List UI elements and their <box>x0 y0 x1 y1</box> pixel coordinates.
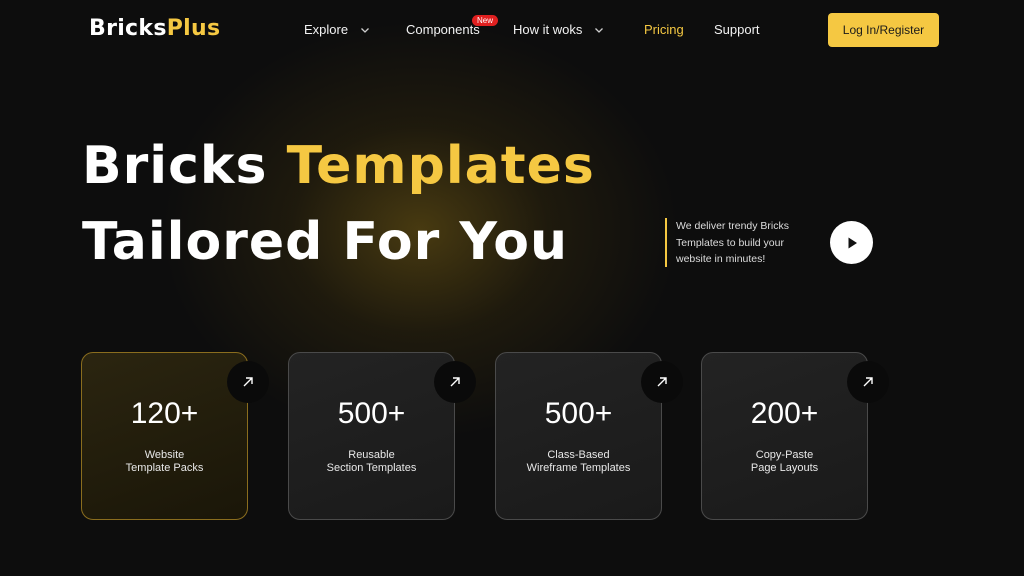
nav-item-label: Support <box>714 22 760 37</box>
stat-card-page-layouts[interactable]: 200+ Copy-Paste Page Layouts <box>701 352 868 520</box>
stat-label-line1: Copy-Paste <box>755 449 814 461</box>
nav-item-explore[interactable]: Explore <box>304 22 370 37</box>
nav-item-how-it-works[interactable]: How it woks <box>513 22 604 37</box>
hero-title-line1: Bricks Templates <box>82 140 595 192</box>
stat-label-line2: Wireframe Templates <box>526 462 631 474</box>
chevron-down-icon <box>361 27 370 33</box>
brand-logo[interactable]: BricksPlus <box>89 16 220 41</box>
stat-card-website-packs[interactable]: 120+ Website Template Packs <box>81 352 248 520</box>
play-icon <box>848 237 857 248</box>
tagline-line: Templates to build your <box>676 236 784 249</box>
arrow-up-right-icon <box>450 377 460 387</box>
brand-name-part1: Bricks <box>89 16 167 41</box>
stat-label: Reusable Section Templates <box>289 449 454 475</box>
nav-item-pricing[interactable]: Pricing <box>644 22 684 37</box>
stat-label-line1: Website <box>144 449 185 461</box>
hero-title-line2: Tailored For You <box>82 212 568 272</box>
chevron-down-icon <box>595 27 604 33</box>
arrow-up-right-icon <box>243 377 253 387</box>
brand-name-part2: Plus <box>166 16 221 41</box>
hero-tagline: We deliver trendy Bricks Templates to bu… <box>665 218 826 267</box>
stat-number: 200+ <box>750 397 819 430</box>
hero-title-accent: Templates <box>286 136 595 196</box>
nav-item-support[interactable]: Support <box>714 22 760 37</box>
nav-item-components[interactable]: Components <box>406 22 480 37</box>
new-badge: New <box>472 15 499 26</box>
card-arrow-button[interactable] <box>847 361 889 403</box>
stat-label: Website Template Packs <box>82 449 247 475</box>
stat-number: 500+ <box>337 397 406 430</box>
card-arrow-button[interactable] <box>641 361 683 403</box>
login-register-button[interactable]: Log In/Register <box>828 13 939 47</box>
stat-label-line2: Template Packs <box>125 462 204 474</box>
stat-number: 500+ <box>544 397 613 430</box>
stat-number: 120+ <box>130 397 199 430</box>
nav-item-label: Explore <box>304 22 349 37</box>
card-arrow-button[interactable] <box>434 361 476 403</box>
stat-label-line2: Section Templates <box>326 462 417 474</box>
hero-title-white: Bricks <box>82 136 268 196</box>
arrow-up-right-icon <box>657 377 667 387</box>
stat-label-line1: Class-Based <box>547 449 610 461</box>
stat-card-wireframe-templates[interactable]: 500+ Class-Based Wireframe Templates <box>495 352 662 520</box>
stat-label: Copy-Paste Page Layouts <box>702 449 867 475</box>
tagline-line: website in minutes! <box>676 253 766 265</box>
stat-label-line2: Page Layouts <box>750 462 819 474</box>
stat-label: Class-Based Wireframe Templates <box>496 449 661 475</box>
nav-item-label: Pricing <box>644 22 684 37</box>
tagline-line: We deliver trendy Bricks <box>676 220 790 232</box>
arrow-up-right-icon <box>863 377 873 387</box>
card-arrow-button[interactable] <box>227 361 269 403</box>
nav-item-label: How it woks <box>513 22 583 37</box>
stat-label-line1: Reusable <box>348 449 395 461</box>
play-video-button[interactable] <box>830 221 873 264</box>
nav-item-label: Components <box>406 22 480 37</box>
stat-card-section-templates[interactable]: 500+ Reusable Section Templates <box>288 352 455 520</box>
